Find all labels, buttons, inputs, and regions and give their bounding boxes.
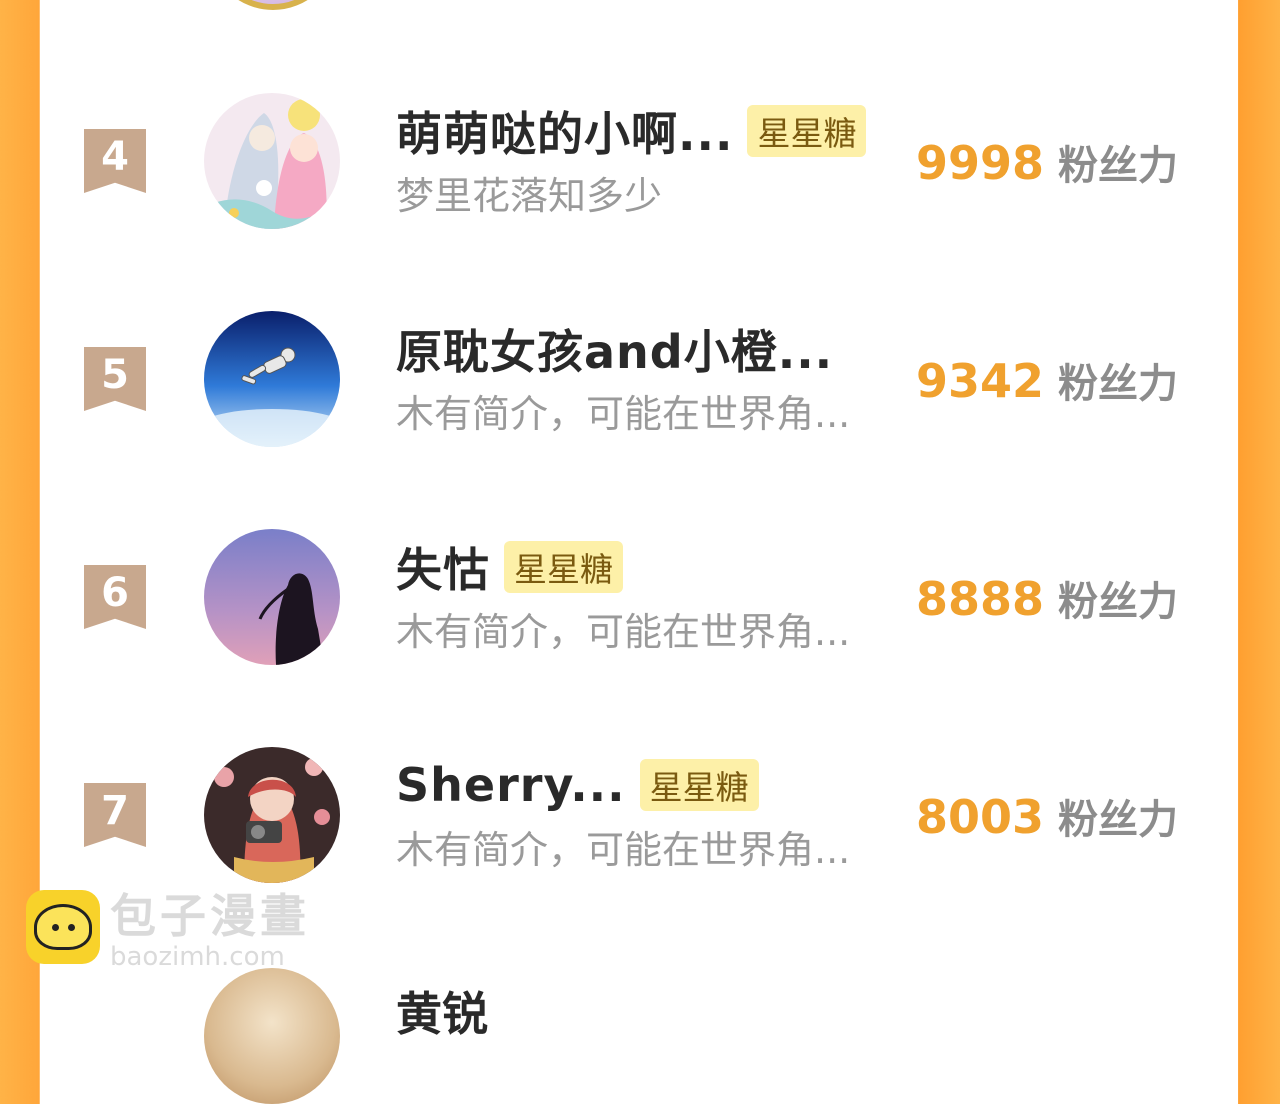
rank-badge: 4 [84,129,146,193]
avatar[interactable] [204,747,340,883]
list-item[interactable]: 4 萌萌哒的小啊... 星星糖 梦里花落知多少 9998 粉丝力 [0,93,1280,243]
list-item[interactable]: 7 Sherry... 星星糖 木有简介，可能在世界角... 8003 粉丝力 [0,747,1280,897]
fans-unit-label: 粉丝力 [1058,361,1179,407]
fans-score: 8003 [916,790,1045,844]
rank-badge: 7 [84,783,146,847]
fans-unit-label: 粉丝力 [1058,579,1179,625]
user-bio: 木有简介，可能在世界角... [396,610,851,654]
avatar[interactable] [204,529,340,665]
list-item[interactable]: 5 原耽女孩and小橙... 木有简介，可能在世界角... 9342 粉丝力 [0,311,1280,461]
fans-unit-label: 粉丝力 [1058,143,1179,189]
list-item[interactable]: 6 失怙 星星糖 木有简介，可能在世界角... 8888 粉丝力 [0,529,1280,679]
avatar[interactable] [204,311,340,447]
user-name[interactable]: 萌萌哒的小啊... [396,98,733,164]
fans-unit-label: 粉丝力 [1058,797,1179,843]
level-badge: 星星糖 [504,541,623,593]
fans-score: 9342 [916,354,1045,408]
user-name[interactable]: 原耽女孩and小橙... [396,316,833,382]
user-name[interactable]: Sherry... [396,758,626,812]
user-name[interactable]: 失怙 [396,534,490,600]
rank-badge: 5 [84,347,146,411]
user-bio: 木有简介，可能在世界角... [396,392,851,436]
watermark-url: baozimh.com [110,942,285,972]
fans-score: 8888 [916,572,1045,626]
user-name[interactable]: 黄锐 [396,978,488,1044]
list-item[interactable]: 黄锐 [0,968,1280,1104]
avatar[interactable] [204,93,340,229]
watermark-title: 包子漫畫 [110,889,310,943]
level-badge: 星星糖 [747,105,867,157]
rank-badge: 6 [84,565,146,629]
watermark: 包子漫畫 baozimh.com [26,890,310,972]
level-badge: 星星糖 [639,759,759,811]
user-bio: 木有简介，可能在世界角... [396,828,851,872]
bun-logo-icon [26,890,100,964]
user-bio: 梦里花落知多少 [396,174,663,218]
fans-score: 9998 [916,136,1045,190]
avatar[interactable] [204,968,340,1104]
